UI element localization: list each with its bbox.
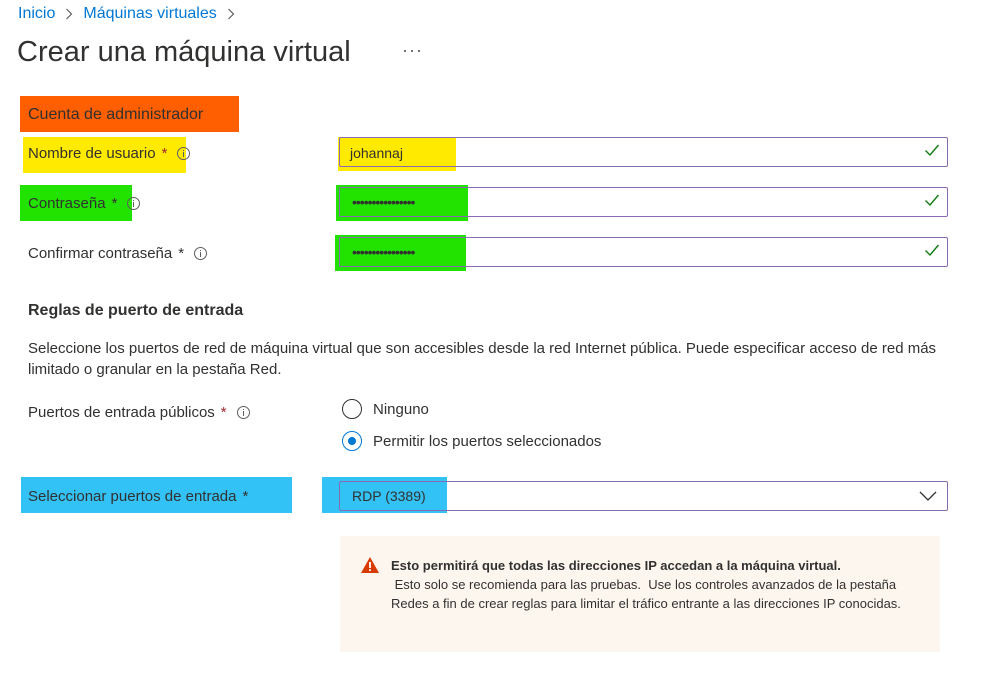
required-mark: *: [178, 245, 185, 262]
checkmark-icon: [924, 143, 940, 162]
warning-text: Esto solo se recomienda para las pruebas…: [391, 577, 901, 611]
more-options-button[interactable]: ···: [402, 40, 423, 61]
select-ports-value: RDP (3389): [352, 488, 426, 504]
password-label: Contraseña *: [28, 195, 141, 212]
required-mark: *: [161, 145, 168, 162]
username-label: Nombre de usuario *: [28, 145, 191, 162]
password-field[interactable]: [339, 187, 948, 217]
warning-icon: [360, 556, 380, 579]
radio-none[interactable]: [342, 399, 362, 419]
select-ports-label-text: Seleccionar puertos de entrada: [28, 488, 237, 505]
info-icon[interactable]: [177, 147, 191, 160]
password-label-text: Contraseña: [28, 195, 106, 212]
inbound-section-title: Reglas de puerto de entrada: [28, 302, 244, 319]
breadcrumb-vms-link[interactable]: Máquinas virtuales: [83, 5, 216, 23]
checkmark-icon: [924, 193, 940, 212]
confirm-password-label: Confirmar contraseña *: [28, 245, 208, 262]
required-mark: *: [111, 195, 118, 212]
required-mark: *: [220, 404, 227, 421]
info-icon[interactable]: [127, 197, 141, 210]
chevron-right-icon: [227, 8, 235, 20]
chevron-right-icon: [65, 8, 73, 20]
public-ports-label-text: Puertos de entrada públicos: [28, 404, 215, 421]
username-field[interactable]: [339, 137, 948, 167]
radio-allow-selected-label[interactable]: Permitir los puertos seleccionados: [373, 433, 601, 450]
breadcrumb-home-link[interactable]: Inicio: [18, 5, 55, 23]
admin-section-title: Cuenta de administrador: [28, 106, 204, 123]
info-icon[interactable]: [236, 406, 250, 419]
checkmark-icon: [924, 243, 940, 262]
confirm-password-field[interactable]: [339, 237, 948, 267]
warning-title: Esto permitirá que todas las direcciones…: [391, 558, 841, 573]
password-value: ••••••••••••••••: [352, 194, 415, 210]
radio-allow-selected[interactable]: [342, 431, 362, 451]
select-ports-label: Seleccionar puertos de entrada *: [28, 488, 248, 505]
page-title: Crear una máquina virtual: [17, 36, 351, 68]
breadcrumb: Inicio Máquinas virtuales: [18, 5, 245, 23]
chevron-down-icon[interactable]: [919, 489, 937, 507]
confirm-password-label-text: Confirmar contraseña: [28, 245, 173, 262]
select-ports-dropdown[interactable]: [339, 481, 948, 511]
username-label-text: Nombre de usuario: [28, 145, 156, 162]
inbound-description: Seleccione los puertos de red de máquina…: [28, 340, 937, 378]
username-value: johannaj: [350, 145, 403, 161]
required-mark: *: [242, 488, 249, 505]
info-icon[interactable]: [194, 247, 208, 260]
public-ports-label: Puertos de entrada públicos *: [28, 404, 250, 421]
confirm-password-value: ••••••••••••••••: [352, 244, 415, 260]
radio-none-label[interactable]: Ninguno: [373, 401, 429, 418]
